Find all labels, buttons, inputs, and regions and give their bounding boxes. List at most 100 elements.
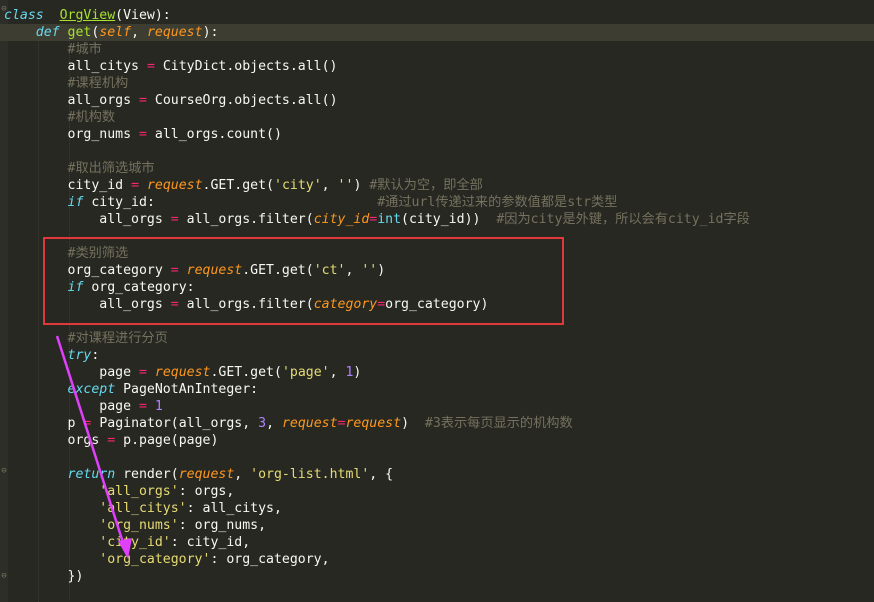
code-token: request <box>281 416 338 431</box>
code-line[interactable]: try: <box>0 347 100 364</box>
code-token: ): <box>202 25 219 40</box>
code-line[interactable]: org_nums = all_orgs.count() <box>0 126 282 143</box>
code-token: class <box>4 8 44 23</box>
code-token: , <box>321 178 338 193</box>
code-token: orgs <box>67 433 108 448</box>
code-token: request <box>345 416 402 431</box>
code-token: self <box>99 25 132 40</box>
code-token: 'page' <box>281 365 330 380</box>
code-line[interactable]: return render(request, 'org-list.html', … <box>0 466 394 483</box>
code-line[interactable]: 'org_category': org_category, <box>0 551 330 568</box>
code-token: : city_id, <box>170 535 251 550</box>
code-token: , <box>131 25 147 40</box>
code-line[interactable]: #机构数 <box>0 109 116 126</box>
code-token: = <box>131 178 140 193</box>
code-token: #因为city是外键，所以会有city_id字段 <box>496 212 750 227</box>
code-token: page <box>99 365 139 380</box>
code-token: #城市 <box>67 42 102 57</box>
code-token: = <box>139 127 147 142</box>
code-line[interactable]: all_orgs = CourseOrg.objects.all() <box>0 92 338 109</box>
code-line[interactable]: #对课程进行分页 <box>0 330 168 347</box>
code-token: #课程机构 <box>67 76 129 91</box>
code-token: request <box>146 25 203 40</box>
code-line[interactable]: except PageNotAnInteger: <box>0 381 259 398</box>
code-token: .GET.get( <box>210 365 282 380</box>
code-token: all_orgs <box>99 212 171 227</box>
code-line[interactable]: page = 1 <box>0 398 163 415</box>
code-token: 'city_id' <box>99 535 171 550</box>
code-token: : <box>91 348 100 363</box>
code-token: : org_nums, <box>178 518 267 533</box>
code-token: (View): <box>115 8 171 23</box>
code-token: CourseOrg.objects.all() <box>146 93 338 108</box>
code-token: 'city' <box>274 178 322 193</box>
code-token: request <box>154 365 211 380</box>
code-line[interactable]: #取出筛选城市 <box>0 160 155 177</box>
code-line[interactable]: def get(self, request): <box>0 24 874 41</box>
code-token: #默认为空，即全部 <box>369 178 483 193</box>
code-token: #取出筛选城市 <box>67 161 155 176</box>
code-line[interactable] <box>0 228 4 245</box>
code-token: all_citys <box>67 59 147 74</box>
code-line[interactable]: class OrgView(View): <box>0 7 171 24</box>
code-token: request <box>178 467 235 482</box>
code-token: Paginator(all_orgs, <box>91 416 259 431</box>
code-line[interactable]: 'all_orgs': orgs, <box>0 483 234 500</box>
code-line[interactable]: 'city_id': city_id, <box>0 534 250 551</box>
code-editor[interactable]: ⊖ ⊖ ⊖ class OrgView(View): def get(self,… <box>0 0 874 602</box>
code-token: except <box>67 382 116 397</box>
code-token: all_orgs <box>67 93 139 108</box>
code-token: try <box>67 348 92 363</box>
code-line[interactable]: page = request.GET.get('page', 1) <box>0 364 361 381</box>
code-line[interactable]: 'org_nums': org_nums, <box>0 517 266 534</box>
code-token: 3 <box>258 416 267 431</box>
code-token: all_orgs.count() <box>146 127 282 142</box>
code-token: : all_citys, <box>186 501 282 516</box>
code-token: 'org_nums' <box>99 518 179 533</box>
code-token: : org_category, <box>210 552 330 567</box>
code-line[interactable]: p = Paginator(all_orgs, 3, request=reque… <box>0 415 573 432</box>
code-line[interactable]: city_id = request.GET.get('city', '') #默… <box>0 177 483 194</box>
code-line[interactable]: 'all_citys': all_citys, <box>0 500 282 517</box>
code-token: if <box>67 195 84 210</box>
code-token: request <box>146 178 203 193</box>
code-line[interactable] <box>0 313 4 330</box>
code-line[interactable]: #城市 <box>0 41 102 58</box>
code-token: 'org-list.html' <box>250 467 370 482</box>
code-line[interactable]: if city_id: #通过url传递过来的参数值都是str类型 <box>0 194 618 211</box>
code-token: ) <box>401 416 425 431</box>
code-line[interactable] <box>0 449 4 466</box>
code-token: = <box>138 365 147 380</box>
code-line[interactable]: #课程机构 <box>0 75 129 92</box>
code-token: return <box>67 467 116 482</box>
code-token: 'org_category' <box>99 552 211 567</box>
code-line[interactable]: all_citys = CityDict.objects.all() <box>0 58 338 75</box>
code-token: page <box>99 399 139 414</box>
code-token: , { <box>369 467 394 482</box>
code-line[interactable]: all_orgs = all_orgs.filter(city_id=int(c… <box>0 211 750 228</box>
code-token: = <box>138 399 147 414</box>
code-line[interactable]: }) <box>0 568 84 585</box>
code-token: , <box>266 416 282 431</box>
code-line[interactable]: orgs = p.page(page) <box>0 432 219 449</box>
code-token: int <box>377 212 402 227</box>
code-token: , <box>234 467 251 482</box>
code-line[interactable] <box>0 143 4 160</box>
